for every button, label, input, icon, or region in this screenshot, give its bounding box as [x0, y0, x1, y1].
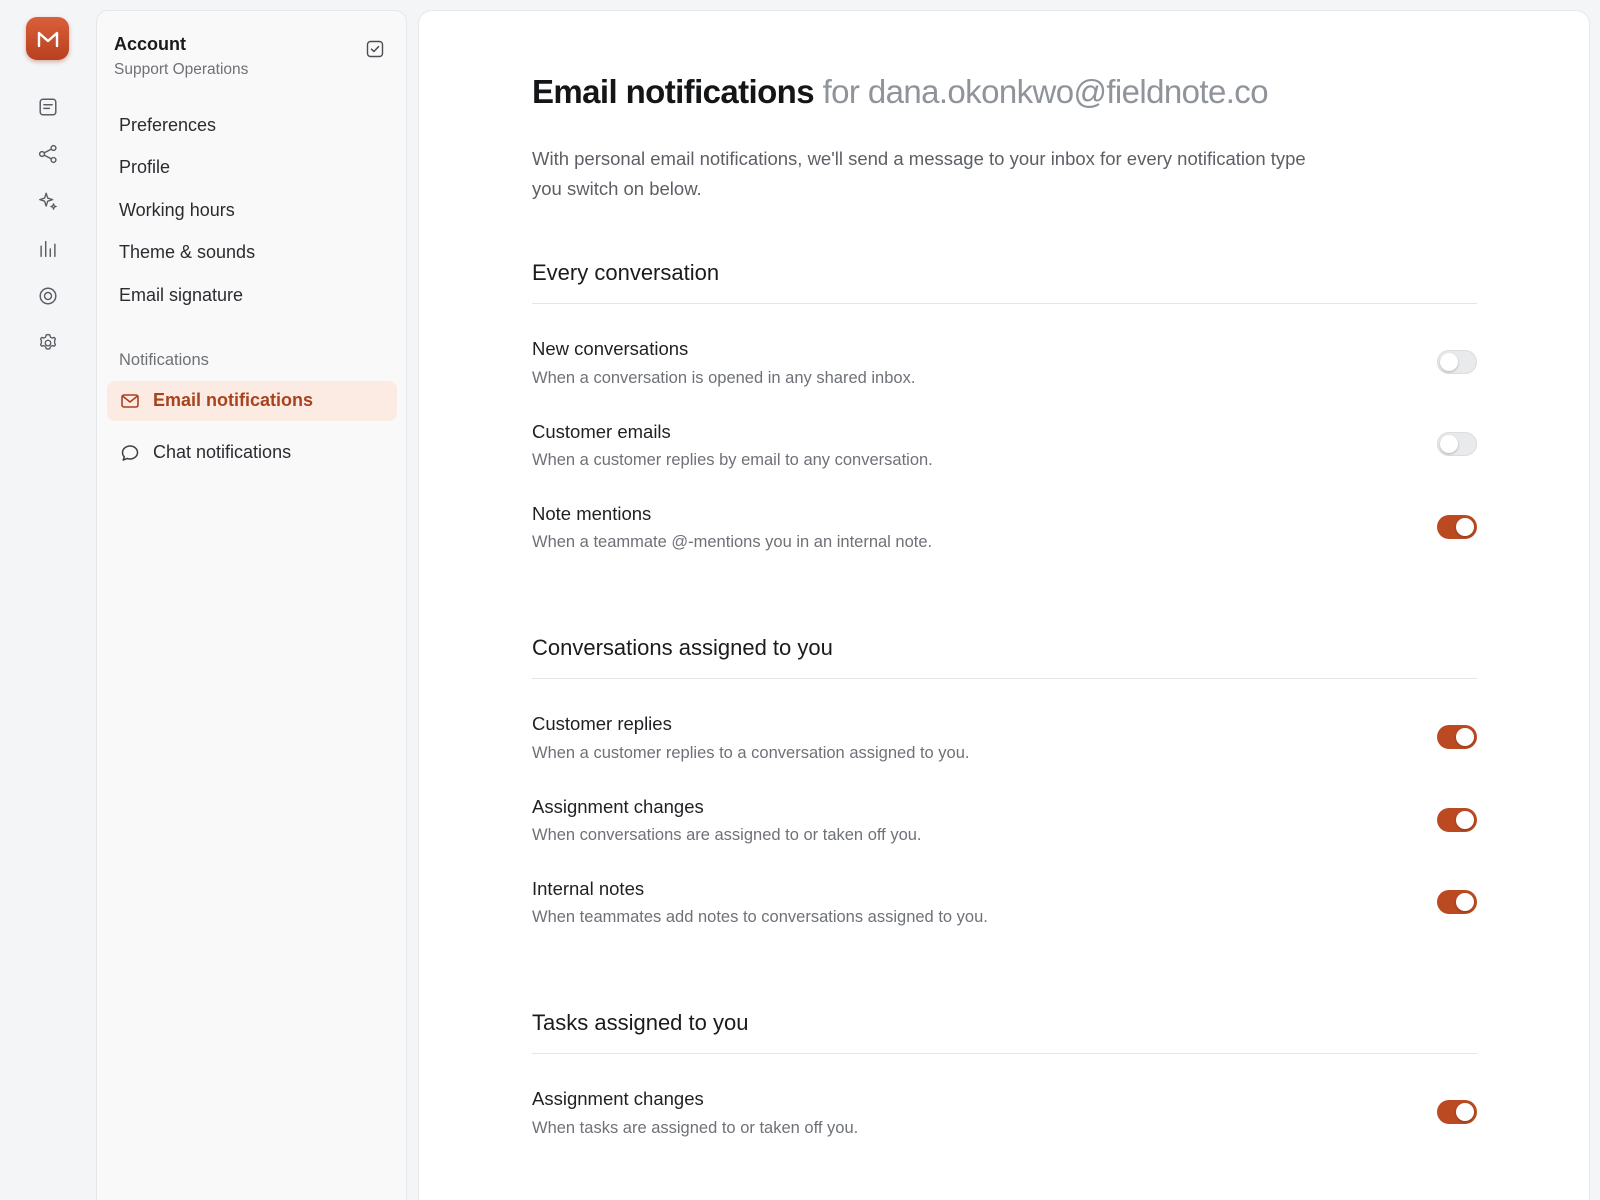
gear-icon[interactable]	[36, 331, 60, 355]
setting-description: When a conversation is opened in any sha…	[532, 369, 916, 387]
toggle-knob	[1440, 435, 1458, 453]
target-icon[interactable]	[36, 284, 60, 308]
setting-description: When teammates add notes to conversation…	[532, 908, 988, 926]
setting-description: When a customer replies to a conversatio…	[532, 744, 970, 762]
sidebar-item-email-signature[interactable]: Email signature	[119, 285, 243, 309]
chat-bubble-icon	[120, 443, 140, 463]
setting-description: When a teammate @-mentions you in an int…	[532, 533, 933, 551]
setting-title: Note mentions	[532, 503, 652, 524]
share-icon[interactable]	[36, 142, 60, 166]
bar-chart-icon[interactable]	[36, 237, 60, 261]
toggle-knob	[1456, 518, 1474, 536]
page-title-email: for dana.okonkwo@fieldnote.co	[822, 73, 1269, 110]
section-title-every-conversation: Every conversation	[532, 260, 720, 285]
sidebar-item-chat-notifications[interactable]: Chat notifications	[107, 433, 397, 473]
account-subtitle: Support Operations	[114, 61, 249, 78]
section-divider	[532, 1053, 1477, 1054]
toggle-new-conversations[interactable]	[1437, 350, 1477, 374]
mail-icon	[120, 391, 140, 411]
section-title-tasks-assigned: Tasks assigned to you	[532, 1010, 749, 1035]
page-title: Email notifications for dana.okonkwo@fie…	[532, 73, 1269, 111]
page-description: With personal email notifications, we'll…	[532, 148, 1306, 199]
toggle-task-assignment-changes[interactable]	[1437, 1100, 1477, 1124]
sidebar-item-profile[interactable]: Profile	[119, 157, 170, 181]
setting-title: Internal notes	[532, 878, 645, 899]
icon-rail	[0, 0, 96, 1200]
setting-description: When a customer replies by email to any …	[532, 451, 933, 469]
setting-title: Assignment changes	[532, 1088, 704, 1109]
toggle-internal-notes[interactable]	[1437, 890, 1477, 914]
settings-sidebar: Account Support Operations Preferences P…	[96, 10, 407, 1200]
setting-title: Assignment changes	[532, 796, 704, 817]
sidebar-item-preferences[interactable]: Preferences	[119, 115, 216, 139]
section-divider	[532, 303, 1477, 304]
inbox-icon[interactable]	[36, 95, 60, 119]
sparkles-icon[interactable]	[36, 189, 60, 213]
toggle-knob	[1456, 893, 1474, 911]
toggle-assignment-changes[interactable]	[1437, 808, 1477, 832]
sidebar-item-label: Chat notifications	[153, 442, 292, 462]
checkbox-icon[interactable]	[366, 40, 384, 58]
toggle-knob	[1456, 1103, 1474, 1121]
toggle-knob	[1440, 353, 1458, 371]
page-title-text: Email notifications	[532, 73, 815, 110]
sidebar-item-working-hours[interactable]: Working hours	[119, 200, 235, 224]
section-title-conversations-assigned: Conversations assigned to you	[532, 635, 833, 660]
sidebar-item-label: Email notifications	[153, 390, 314, 410]
toggle-knob	[1456, 811, 1474, 829]
toggle-note-mentions[interactable]	[1437, 515, 1477, 539]
section-divider	[532, 678, 1477, 679]
app-window: Account Support Operations Preferences P…	[0, 0, 1600, 1200]
setting-title: Customer emails	[532, 421, 671, 442]
setting-title: Customer replies	[532, 713, 672, 734]
setting-description: When conversations are assigned to or ta…	[532, 826, 922, 844]
toggle-customer-emails[interactable]	[1437, 432, 1477, 456]
m-logo-icon[interactable]	[26, 17, 69, 60]
notifications-heading: Notifications	[119, 351, 209, 369]
account-title: Account	[114, 34, 186, 54]
toggle-customer-replies[interactable]	[1437, 725, 1477, 749]
toggle-knob	[1456, 728, 1474, 746]
main-panel: Email notifications for dana.okonkwo@fie…	[418, 10, 1590, 1200]
setting-title: New conversations	[532, 338, 689, 359]
sidebar-item-email-notifications[interactable]: Email notifications	[107, 381, 397, 421]
sidebar-item-theme-sounds[interactable]: Theme & sounds	[119, 242, 255, 266]
setting-description: When tasks are assigned to or taken off …	[532, 1119, 859, 1137]
